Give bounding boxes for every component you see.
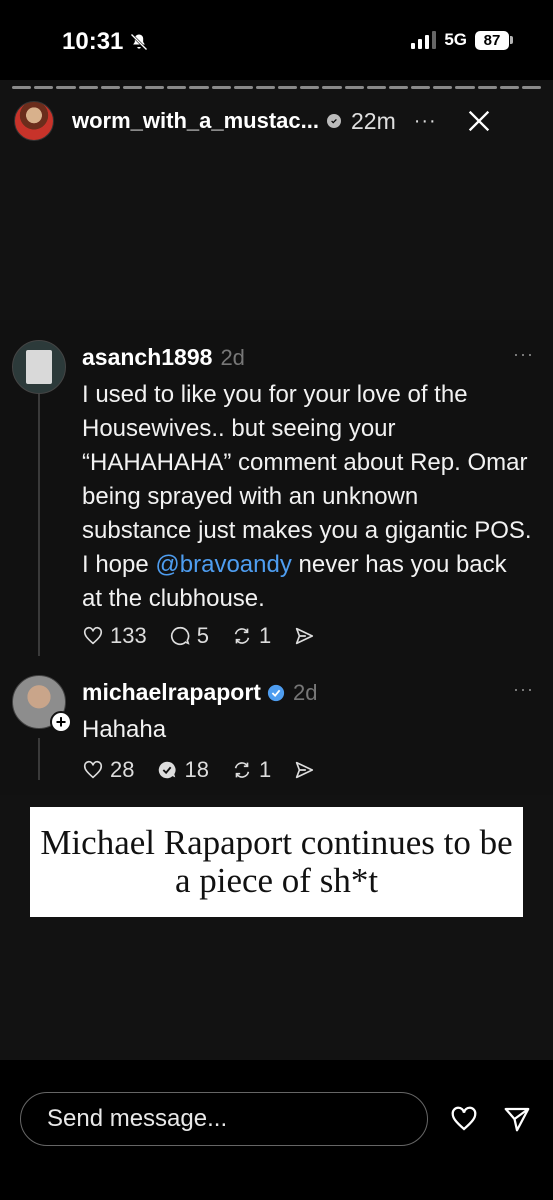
comment-text-part: I used to like you for your love of the … <box>82 381 532 578</box>
status-indicators: 5G 87 <box>411 30 513 50</box>
bell-slash-icon <box>131 33 148 51</box>
like-button[interactable]: 133 <box>82 623 147 649</box>
repost-button[interactable]: 1 <box>231 623 271 649</box>
comment-username[interactable]: michaelrapaport <box>82 679 261 706</box>
follow-plus-icon[interactable]: + <box>50 711 72 733</box>
reply-button[interactable]: 18 <box>156 757 209 783</box>
story-header: worm_with_a_mustac... 22m ··· <box>14 100 544 142</box>
share-button[interactable] <box>293 625 315 647</box>
comment-icon <box>170 626 190 646</box>
comment-actions: 133 5 1 <box>82 623 315 649</box>
story-time: 22m <box>350 107 396 134</box>
battery-level: 87 <box>475 30 509 50</box>
repost-count: 1 <box>258 623 272 648</box>
signal-icon <box>411 31 437 49</box>
story-progress-bar <box>12 86 542 89</box>
comment-michaelrapaport: + michaelrapaport 2d ··· Hahaha 28 18 1 <box>12 675 542 785</box>
like-button[interactable]: 28 <box>82 757 134 783</box>
heart-icon <box>83 626 103 645</box>
comment-actions: 28 18 1 <box>82 757 315 783</box>
reply-count: 5 <box>196 623 209 648</box>
share-button[interactable] <box>293 759 315 781</box>
reply-bar: Send message... <box>0 1060 553 1200</box>
heart-icon[interactable] <box>448 1104 480 1134</box>
clock-time: 10:31 <box>62 28 124 55</box>
reply-button[interactable]: 5 <box>169 623 209 649</box>
verified-badge-icon <box>326 114 341 128</box>
story-more-button[interactable]: ··· <box>414 110 437 133</box>
network-label: 5G <box>444 30 467 49</box>
story-avatar[interactable] <box>14 101 54 141</box>
book-cover-icon <box>26 350 52 384</box>
comment-text: I used to like you for your love of the … <box>82 378 532 616</box>
send-icon <box>296 627 314 645</box>
comment-asanch1898: asanch1898 2d ··· I used to like you for… <box>12 340 542 660</box>
comment-age: 2d <box>292 679 318 705</box>
clock: 10:31 <box>62 28 149 56</box>
comment-filled-icon <box>159 761 177 779</box>
avatar[interactable] <box>12 340 66 394</box>
mention-link[interactable]: @bravoandy <box>155 551 291 578</box>
story-username[interactable]: worm_with_a_mustac... <box>72 108 319 134</box>
like-count: 133 <box>110 623 147 648</box>
reply-count: 18 <box>184 757 209 782</box>
story-frame: worm_with_a_mustac... 22m ··· asanch1898… <box>0 80 553 1060</box>
repost-icon <box>234 762 250 778</box>
send-icon <box>296 761 314 779</box>
battery-icon: 87 <box>475 30 513 50</box>
comment-username[interactable]: asanch1898 <box>82 344 212 371</box>
send-message-input[interactable]: Send message... <box>20 1092 428 1146</box>
comment-age: 2d <box>220 344 245 370</box>
heart-icon <box>83 760 103 779</box>
comment-more-button[interactable]: ··· <box>513 679 534 700</box>
story-caption: Michael Rapaport continues to be a piece… <box>30 807 523 917</box>
threads-post-card: asanch1898 2d ··· I used to like you for… <box>0 320 553 795</box>
repost-icon <box>234 628 250 644</box>
comment-more-button[interactable]: ··· <box>513 344 534 365</box>
verified-badge-icon <box>267 684 285 701</box>
repost-count: 1 <box>258 757 272 782</box>
status-bar: 10:31 5G 87 <box>0 0 553 80</box>
close-icon[interactable] <box>465 107 493 135</box>
like-count: 28 <box>110 757 135 782</box>
send-icon[interactable] <box>502 1104 532 1134</box>
comment-text: Hahaha <box>82 716 167 743</box>
repost-button[interactable]: 1 <box>231 757 271 783</box>
